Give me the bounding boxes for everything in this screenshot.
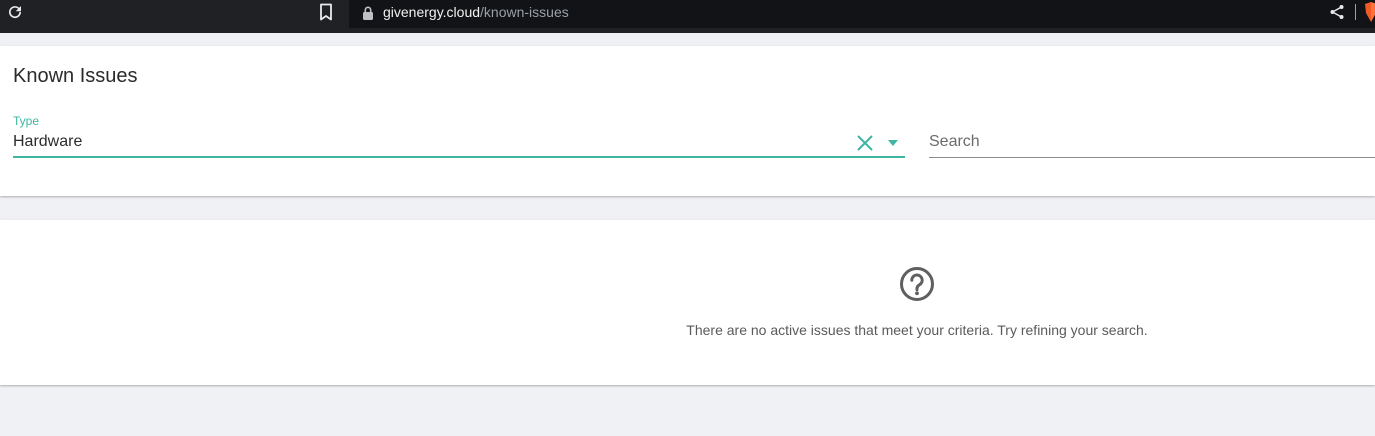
bookmark-icon[interactable] — [318, 3, 334, 21]
toolbar-separator — [1355, 4, 1356, 20]
address-bar-url: givenergy.cloud/known-issues — [383, 2, 569, 22]
browser-toolbar: givenergy.cloud/known-issues — [0, 0, 1375, 33]
search-field — [929, 124, 1375, 158]
brave-lion-icon[interactable] — [1365, 2, 1375, 22]
type-selected-value: Hardware — [13, 133, 83, 150]
empty-state-message: There are no active issues that meet you… — [686, 322, 1148, 338]
filters-card: Known Issues Type Hardware — [0, 46, 1375, 196]
question-circle-icon — [900, 267, 934, 301]
page-title: Known Issues — [13, 65, 138, 87]
close-icon[interactable] — [856, 134, 874, 152]
reload-icon[interactable] — [6, 3, 24, 21]
type-select[interactable]: Type Hardware — [13, 114, 905, 158]
results-card: There are no active issues that meet you… — [0, 220, 1375, 385]
type-label: Type — [13, 114, 40, 128]
url-host: givenergy.cloud — [383, 4, 481, 20]
address-bar[interactable]: givenergy.cloud/known-issues — [349, 0, 1375, 28]
url-path: /known-issues — [480, 4, 569, 20]
search-input[interactable] — [929, 131, 1369, 153]
lock-icon[interactable] — [361, 5, 375, 21]
share-icon[interactable] — [1329, 4, 1345, 20]
chevron-down-icon[interactable] — [888, 140, 898, 146]
